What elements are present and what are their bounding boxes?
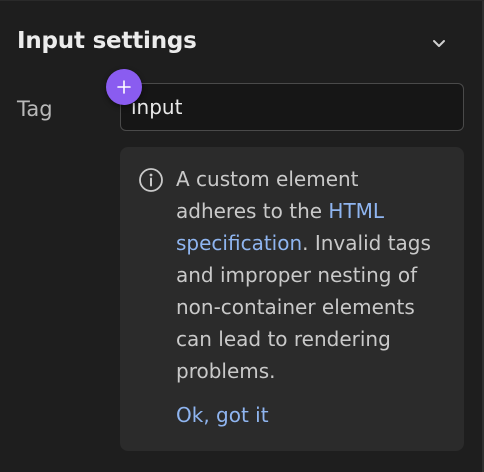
section-title: Input settings [17, 28, 197, 54]
info-icon [138, 167, 164, 193]
info-callout: A custom element adheres to the HTML spe… [120, 147, 464, 451]
add-button[interactable] [106, 69, 142, 105]
tag-label: Tag [17, 97, 53, 121]
info-message: A custom element adheres to the HTML spe… [176, 163, 444, 387]
chevron-down-icon[interactable] [430, 34, 448, 52]
tag-input[interactable] [120, 83, 464, 131]
ok-got-it-button[interactable]: Ok, got it [176, 403, 269, 427]
plus-icon [117, 80, 131, 94]
input-settings-panel: Input settings Tag A custom element adhe… [0, 0, 484, 472]
